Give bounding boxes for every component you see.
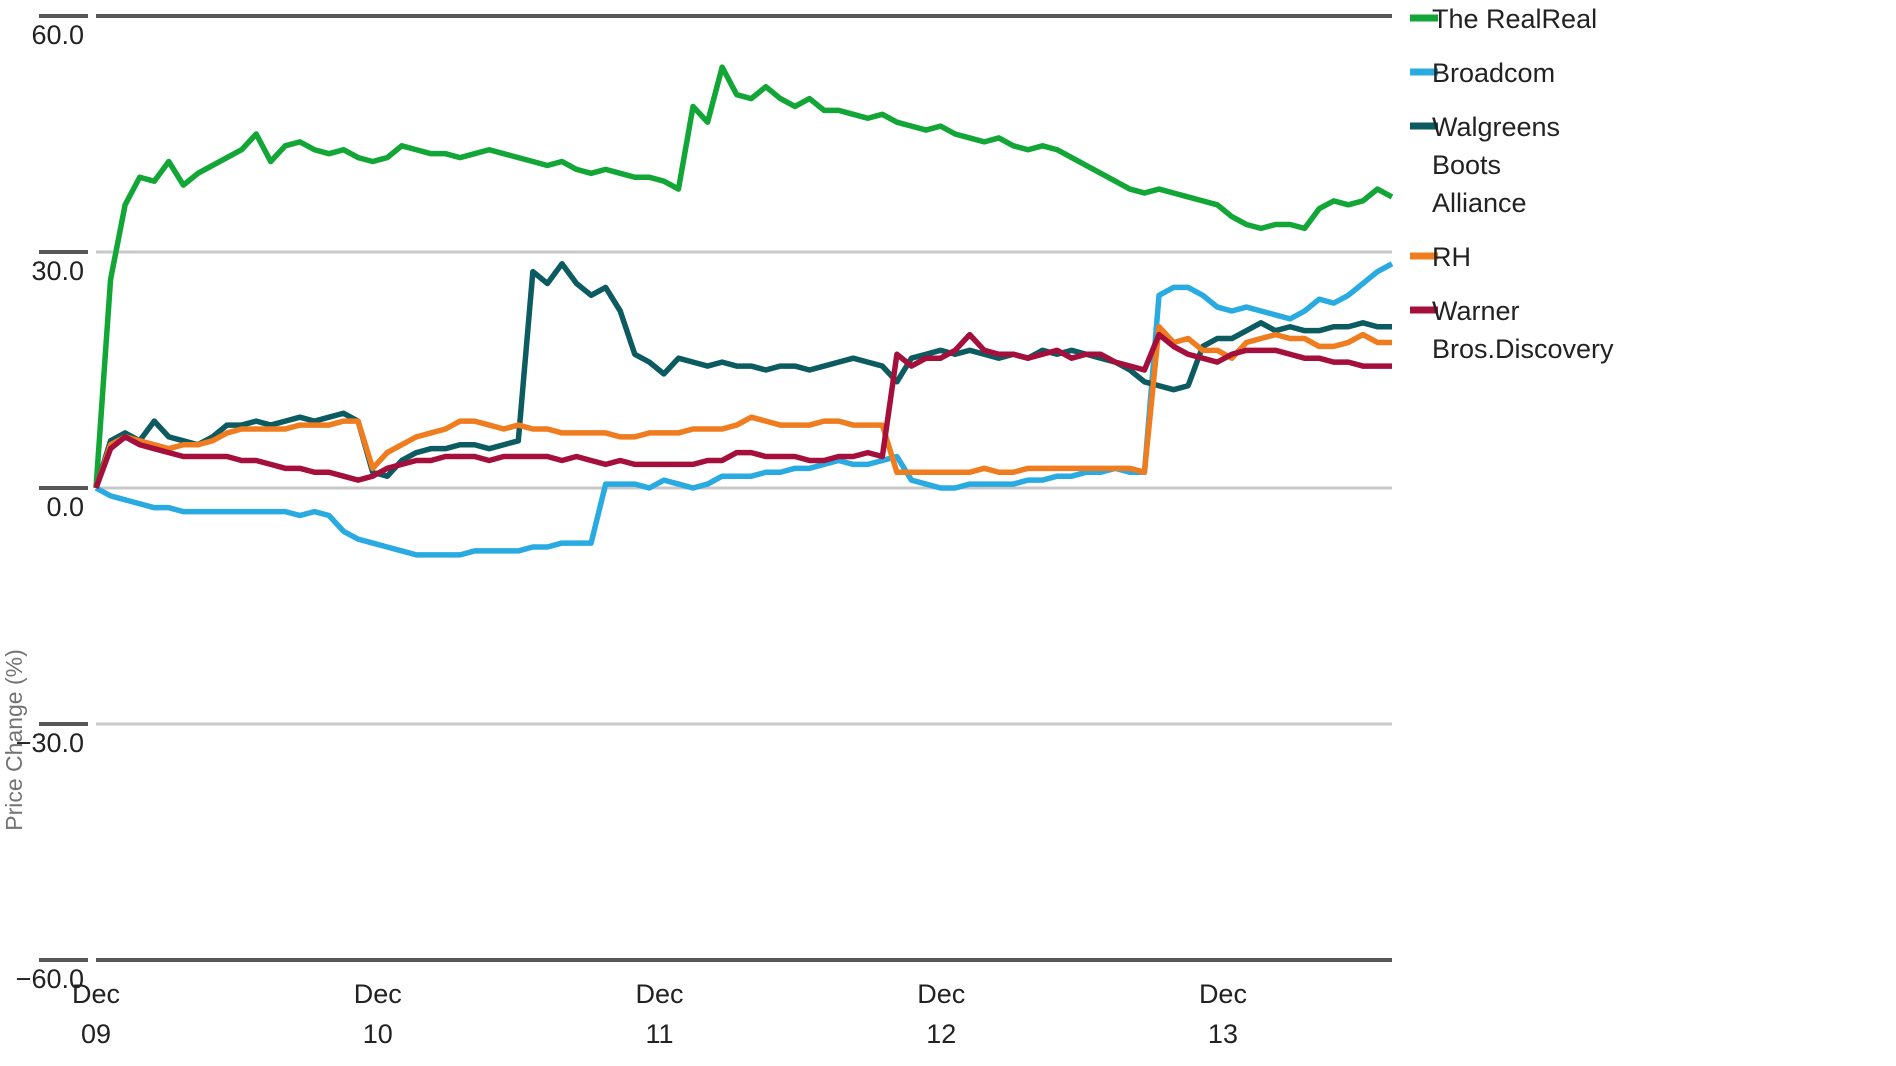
legend-label[interactable]: Walgreens bbox=[1432, 112, 1560, 142]
series-line-warner-bros-discovery bbox=[93, 331, 1392, 489]
y-tick-label: 60.0 bbox=[31, 20, 84, 50]
x-tick-label-day: 11 bbox=[645, 1019, 673, 1049]
x-tick-label-day: 10 bbox=[363, 1019, 393, 1049]
legend-label[interactable]: Broadcom bbox=[1432, 58, 1555, 88]
legend-label[interactable]: Alliance bbox=[1432, 188, 1527, 218]
x-tick-label-month: Dec bbox=[354, 979, 402, 1009]
x-tick-label-day: 09 bbox=[81, 1019, 111, 1049]
y-axis-title-label: Price Change (%) bbox=[1, 649, 27, 831]
x-tick-label-day: 13 bbox=[1208, 1019, 1238, 1049]
y-tick-label: 0.0 bbox=[46, 492, 84, 522]
series-line-rh bbox=[93, 323, 1392, 489]
y-axis-ticks bbox=[39, 14, 88, 962]
chart-canvas: 60.030.00.0−30.0−60.0 Dec09Dec10Dec11Dec… bbox=[1, 4, 1614, 1049]
gridlines bbox=[96, 14, 1392, 962]
legend-label[interactable]: RH bbox=[1432, 242, 1471, 272]
x-tick-label-month: Dec bbox=[1199, 979, 1247, 1009]
y-axis-tick-labels: 60.030.00.0−30.0−60.0 bbox=[16, 20, 84, 994]
x-tick-label-month: Dec bbox=[917, 979, 965, 1009]
y-axis-title: Price Change (%) bbox=[1, 649, 27, 831]
price-change-line-chart: 60.0 30.0 0.0 −30.0 −60.0 Dec 09 Dec 10 Dec 11 Dec… bbox=[0, 0, 1896, 1066]
legend-label[interactable]: Warner bbox=[1432, 296, 1520, 326]
x-tick-label-month: Dec bbox=[72, 979, 120, 1009]
legend-label[interactable]: The RealReal bbox=[1432, 4, 1597, 34]
y-tick-label: 30.0 bbox=[31, 256, 84, 286]
legend-label[interactable]: Boots bbox=[1432, 150, 1501, 180]
x-tick-label-month: Dec bbox=[635, 979, 683, 1009]
series-line-broadcom bbox=[94, 261, 1394, 558]
series-lines bbox=[93, 64, 1394, 558]
chart-legend: The RealReal Broadcom Walgreens Boots Allian… bbox=[1410, 4, 1614, 364]
x-tick-label-day: 12 bbox=[926, 1019, 956, 1049]
x-axis-tick-labels: Dec 09 Dec 10 Dec 11 Dec 12 Dec 13 bbox=[72, 979, 1247, 1049]
legend-label[interactable]: Bros.Discovery bbox=[1432, 334, 1614, 364]
